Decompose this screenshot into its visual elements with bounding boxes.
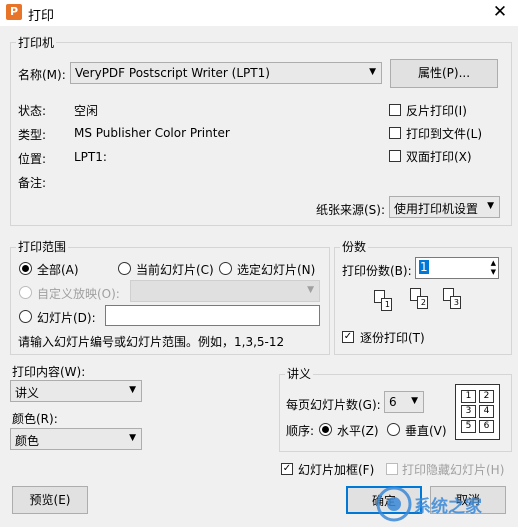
order-label: 顺序:	[286, 424, 315, 438]
reverse-print-label: 反片打印(I)	[406, 104, 467, 118]
spinner-up-icon[interactable]: ▲	[491, 259, 496, 268]
ok-button[interactable]: 确定	[346, 486, 422, 514]
preview-cell: 6	[479, 420, 494, 433]
print-range-group-label: 打印范围	[16, 238, 69, 255]
app-icon: P	[6, 4, 22, 20]
order-horizontal-radio[interactable]	[319, 423, 332, 436]
handout-group-label: 讲义	[285, 365, 314, 382]
status-value: 空闲	[74, 104, 99, 118]
properties-button[interactable]: 属性(P)...	[390, 59, 498, 88]
range-current-label: 当前幻灯片(C)	[136, 263, 214, 277]
preview-cell: 5	[461, 420, 476, 433]
range-selected-label: 选定幻灯片(N)	[237, 263, 316, 277]
frame-slides-checkbox[interactable]: ✓	[281, 463, 293, 475]
copies-count-value: 1	[419, 260, 429, 274]
per-page-value: 6	[389, 395, 397, 409]
range-slides-label: 幻灯片(D):	[37, 311, 96, 325]
per-page-dropdown[interactable]: 6 ▼	[384, 391, 424, 413]
location-label: 位置:	[18, 152, 47, 166]
print-to-file-label: 打印到文件(L)	[406, 127, 483, 141]
printer-name-dropdown[interactable]: VeryPDF Postscript Writer (LPT1) ▼	[70, 62, 382, 84]
paper-source-value: 使用打印机设置	[394, 202, 479, 216]
copies-group-label: 份数	[340, 238, 369, 255]
preview-cell: 2	[479, 390, 494, 403]
range-current-radio[interactable]	[118, 262, 131, 275]
print-to-file-checkbox[interactable]	[389, 127, 401, 139]
spinner-down-icon[interactable]: ▼	[491, 268, 496, 277]
color-label: 颜色(R):	[12, 412, 58, 426]
preview-cell: 4	[479, 405, 494, 418]
page-icon: 1	[381, 298, 392, 311]
status-label: 状态:	[18, 104, 47, 118]
order-vertical-label: 垂直(V)	[405, 424, 447, 438]
printer-name-value: VeryPDF Postscript Writer (LPT1)	[75, 66, 270, 80]
chevron-down-icon: ▼	[411, 396, 418, 406]
comment-label: 备注:	[18, 176, 47, 190]
location-value: LPT1:	[74, 150, 107, 164]
page-icon: 3	[450, 296, 461, 309]
order-horizontal-label: 水平(Z)	[337, 424, 379, 438]
range-selected-radio[interactable]	[219, 262, 232, 275]
printer-name-label: 名称(M):	[18, 68, 66, 82]
color-dropdown[interactable]: 颜色 ▼	[10, 428, 142, 450]
paper-source-dropdown[interactable]: 使用打印机设置 ▼	[389, 196, 500, 218]
title-bar	[0, 0, 518, 26]
chevron-down-icon: ▼	[369, 67, 376, 77]
custom-show-dropdown[interactable]: ▼	[130, 280, 320, 302]
chevron-down-icon: ▼	[129, 385, 136, 395]
range-custom-label: 自定义放映(O):	[37, 287, 120, 301]
collate-label: 逐份打印(T)	[360, 331, 425, 345]
collate-checkbox[interactable]: ✓	[342, 331, 354, 343]
range-all-label: 全部(A)	[37, 263, 79, 277]
chevron-down-icon: ▼	[307, 285, 314, 295]
print-content-label: 打印内容(W):	[12, 365, 86, 379]
window-title: 打印	[28, 9, 55, 24]
range-all-radio[interactable]	[19, 262, 32, 275]
printer-group-label: 打印机	[16, 34, 57, 51]
print-content-dropdown[interactable]: 讲义 ▼	[10, 380, 142, 402]
print-hidden-label: 打印隐藏幻灯片(H)	[402, 463, 505, 477]
duplex-label: 双面打印(X)	[406, 150, 472, 164]
chevron-down-icon: ▼	[487, 201, 494, 211]
print-content-value: 讲义	[15, 386, 40, 400]
duplex-checkbox[interactable]	[389, 150, 401, 162]
preview-button[interactable]: 预览(E)	[12, 486, 88, 514]
type-label: 类型:	[18, 128, 47, 142]
chevron-down-icon: ▼	[129, 433, 136, 443]
preview-cell: 3	[461, 405, 476, 418]
copies-count-label: 打印份数(B):	[342, 264, 412, 278]
page-icon: 2	[417, 296, 428, 309]
type-value: MS Publisher Color Printer	[74, 126, 230, 140]
range-custom-radio[interactable]	[19, 286, 32, 299]
order-vertical-radio[interactable]	[387, 423, 400, 436]
range-hint: 请输入幻灯片编号或幻灯片范围。例如，1,3,5-12	[18, 335, 285, 349]
preview-cell: 1	[461, 390, 476, 403]
print-hidden-checkbox[interactable]	[386, 463, 398, 475]
frame-slides-label: 幻灯片加框(F)	[298, 463, 375, 477]
range-slides-radio[interactable]	[19, 310, 32, 323]
copies-count-input[interactable]: 1 ▲ ▼	[415, 257, 499, 279]
per-page-label: 每页幻灯片数(G):	[286, 398, 381, 412]
cancel-button[interactable]: 取消	[430, 486, 506, 514]
paper-source-label: 纸张来源(S):	[316, 203, 386, 217]
slides-input[interactable]	[105, 305, 320, 326]
reverse-print-checkbox[interactable]	[389, 104, 401, 116]
color-value: 颜色	[15, 434, 40, 448]
close-icon[interactable]: ✕	[490, 2, 510, 22]
